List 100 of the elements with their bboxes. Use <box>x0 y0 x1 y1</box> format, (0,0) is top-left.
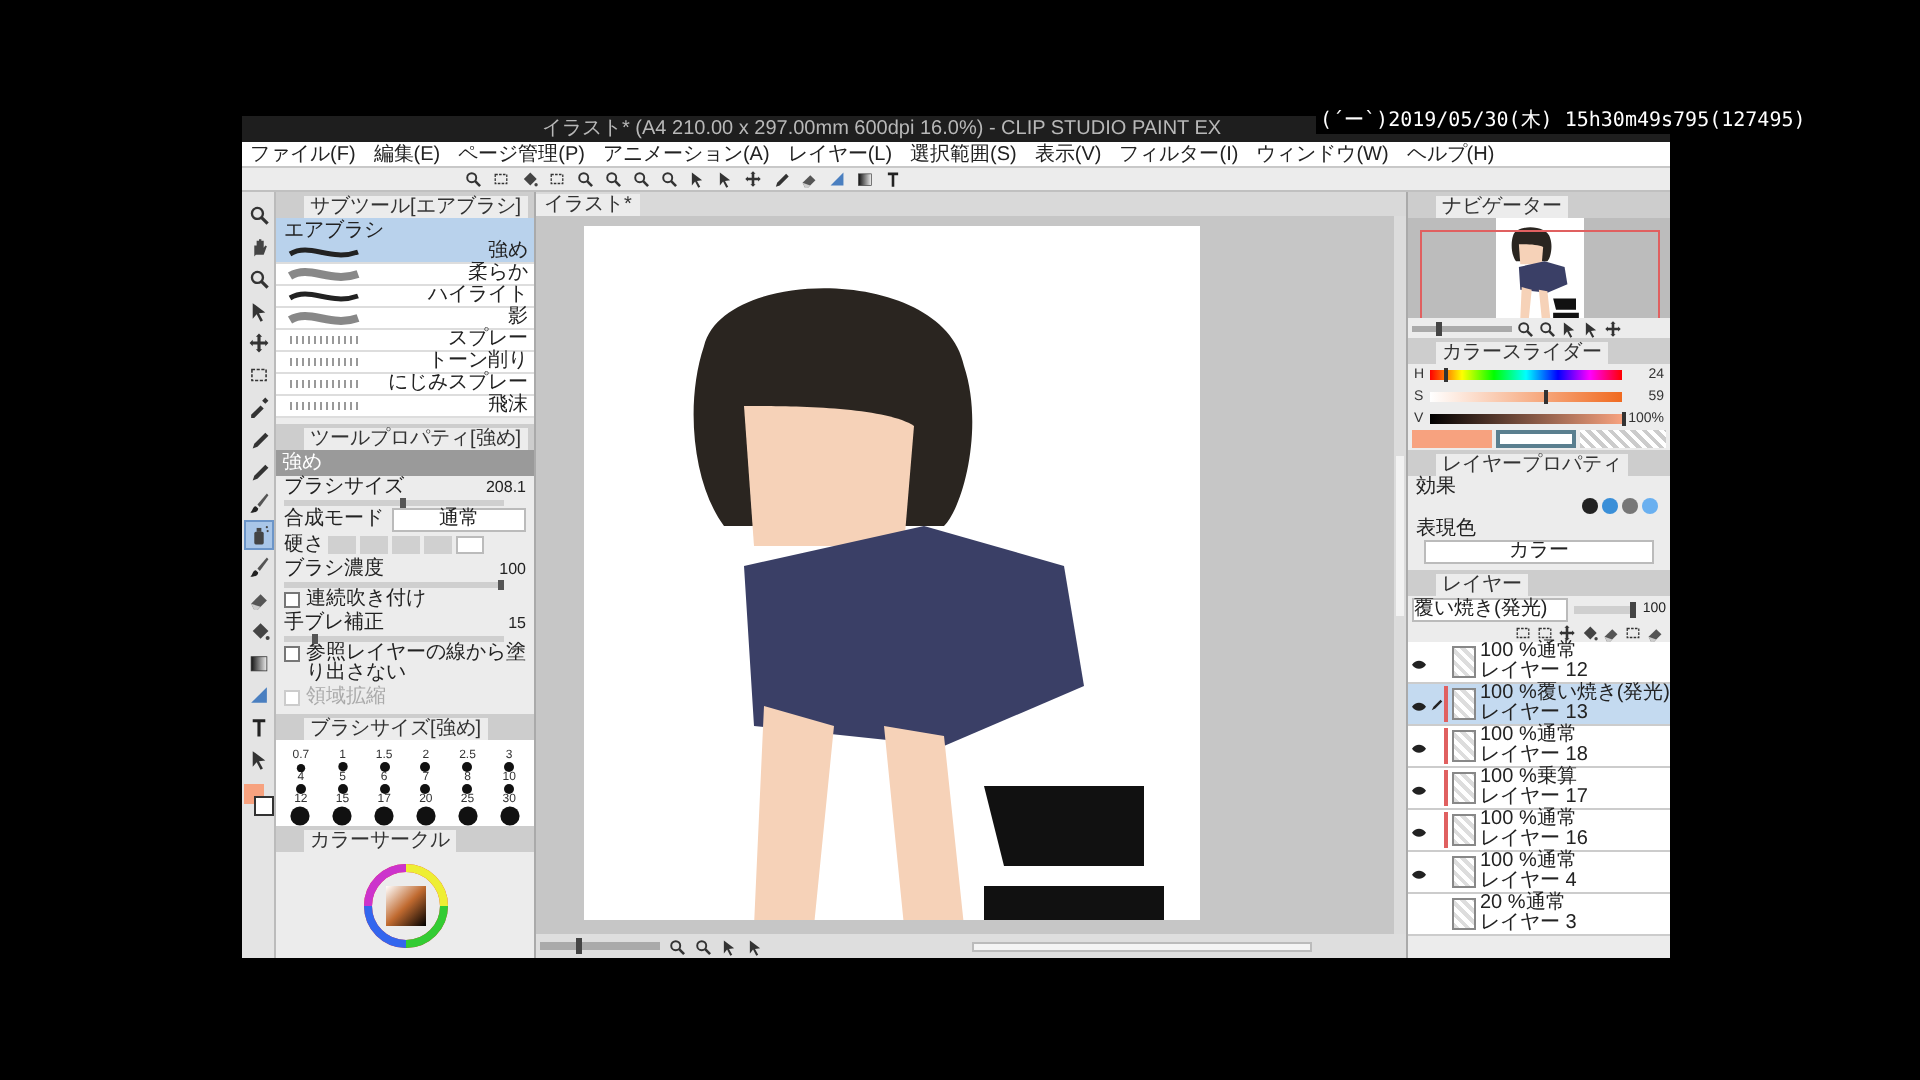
blend-mode-dropdown[interactable]: 覆い焼き(発光) <box>1412 597 1568 621</box>
menu-item[interactable]: アニメーション(A) <box>602 143 770 165</box>
sub-color-swatch[interactable] <box>253 796 273 816</box>
panel-tab[interactable]: ナビゲーター <box>1436 196 1568 218</box>
magnifier-icon <box>632 170 650 188</box>
toolbar-button[interactable] <box>518 168 540 190</box>
toolbar-button[interactable] <box>574 168 596 190</box>
subtool-item[interactable]: にじみスプレー <box>276 374 534 396</box>
toolbar-button[interactable] <box>694 937 712 955</box>
transparent-color-swatch[interactable] <box>1580 430 1666 448</box>
main-color-swatch[interactable] <box>1412 430 1492 448</box>
toolbar-button[interactable] <box>742 168 764 190</box>
color-wheel-drawing[interactable] <box>361 861 449 949</box>
sub-color-swatch[interactable] <box>1496 430 1576 448</box>
eye-icon[interactable] <box>1409 823 1427 837</box>
toolbar-button[interactable] <box>1580 623 1598 641</box>
toolbar-button[interactable] <box>1646 623 1664 641</box>
toolbar-button[interactable] <box>1516 319 1534 337</box>
slider-thumb[interactable] <box>1443 368 1448 382</box>
property-value[interactable]: 208.1 <box>485 478 526 498</box>
menu-item[interactable]: ファイル(F) <box>250 143 356 165</box>
menu-item[interactable]: レイヤー(L) <box>787 143 893 165</box>
subtool-item[interactable]: ハイライト <box>276 286 534 308</box>
menu-item[interactable]: 表示(V) <box>1034 143 1102 165</box>
slider-track[interactable] <box>284 500 504 506</box>
expression-color-dropdown[interactable]: カラー <box>1424 540 1654 564</box>
subtool-item[interactable]: スプレー <box>276 330 534 352</box>
layer-mode: 20 %通常 <box>1480 894 1568 914</box>
panel-tab[interactable]: カラーサークル <box>304 830 456 852</box>
slider-thumb[interactable] <box>576 938 582 954</box>
magnifier-icon <box>1538 319 1556 337</box>
property-label: 合成モード <box>284 509 384 529</box>
view-frame[interactable] <box>1420 230 1660 318</box>
toolbar-button[interactable] <box>602 168 624 190</box>
menu-item[interactable]: ヘルプ(H) <box>1406 143 1495 165</box>
eye-icon[interactable] <box>1409 697 1427 711</box>
toolbar-button[interactable] <box>1604 319 1622 337</box>
slider-thumb[interactable] <box>498 580 504 590</box>
toolbar-button[interactable] <box>1624 623 1642 641</box>
layer-row[interactable]: 100 %通常 レイヤー 12 <box>1408 642 1670 684</box>
slider-thumb[interactable] <box>1436 321 1442 335</box>
layer-row[interactable]: 20 %通常 レイヤー 3 <box>1408 894 1670 936</box>
toolbar-button[interactable] <box>1558 623 1576 641</box>
eye-icon[interactable] <box>1409 739 1427 753</box>
slider-thumb[interactable] <box>311 634 317 644</box>
panel-tab[interactable]: ブラシサイズ[強め] <box>304 718 488 740</box>
layer-row[interactable]: 100 %通常 レイヤー 18 <box>1408 726 1670 768</box>
layer-row[interactable]: 100 %覆い焼き(発光) レイヤー 13 <box>1408 684 1670 726</box>
subtool-item[interactable]: トーン削り <box>276 352 534 374</box>
color-slider-track[interactable] <box>1430 414 1622 424</box>
magnifier-icon <box>694 937 712 955</box>
horizontal-scrollbar[interactable] <box>972 941 1312 951</box>
slider-thumb[interactable] <box>1630 601 1637 617</box>
toolbar-button[interactable] <box>882 168 904 190</box>
eye-icon[interactable] <box>1409 781 1427 795</box>
menu-item[interactable]: ページ管理(P) <box>458 143 585 165</box>
menu-item[interactable]: 選択範囲(S) <box>910 143 1017 165</box>
toolbar-button[interactable] <box>462 168 484 190</box>
panel-tab[interactable]: ツールプロパティ[強め] <box>304 428 528 450</box>
brush-dot-icon <box>458 784 477 794</box>
subtool-item[interactable]: 影 <box>276 308 534 330</box>
blend-mode-dropdown[interactable]: 通常 <box>392 507 526 531</box>
layer-row[interactable]: 100 %通常 レイヤー 4 <box>1408 852 1670 894</box>
zoom-slider[interactable] <box>540 942 660 950</box>
subtool-item[interactable]: 柔らか <box>276 264 534 286</box>
layer-thumbnail <box>1452 646 1476 678</box>
slider-thumb[interactable] <box>399 498 405 508</box>
toolbar-button[interactable] <box>630 168 652 190</box>
zoom-slider[interactable] <box>1412 325 1512 331</box>
pen-icon <box>1429 697 1443 711</box>
color-slider-track[interactable] <box>1430 370 1622 380</box>
checkbox[interactable] <box>284 592 300 608</box>
color-slider-track[interactable] <box>1430 392 1622 402</box>
panel-tab[interactable]: サブツール[エアブラシ] <box>304 196 528 218</box>
eye-icon[interactable] <box>1409 865 1427 879</box>
tool-button[interactable] <box>243 520 273 550</box>
menu-item[interactable]: ウィンドウ(W) <box>1256 143 1389 165</box>
eye-icon[interactable] <box>1409 655 1427 669</box>
toolbar-button[interactable] <box>668 937 686 955</box>
property-value[interactable]: 100 <box>499 560 526 580</box>
toolbar-button[interactable] <box>1602 623 1620 641</box>
subtool-item[interactable]: 強め <box>276 242 534 264</box>
menu-item[interactable]: 編集(E) <box>373 143 441 165</box>
selection-icon <box>247 364 269 386</box>
slider-thumb[interactable] <box>1543 390 1548 404</box>
document-tab[interactable]: イラスト* <box>536 194 640 216</box>
panel-tab[interactable]: レイヤー <box>1436 574 1528 596</box>
toolbar-button[interactable] <box>854 168 876 190</box>
layer-row[interactable]: 100 %通常 レイヤー 16 <box>1408 810 1670 852</box>
property-value[interactable]: 15 <box>508 614 526 634</box>
panel-tab[interactable]: レイヤープロパティ <box>1436 454 1628 476</box>
toolbar-button[interactable] <box>658 168 680 190</box>
panel-tab[interactable]: カラースライダー <box>1436 342 1608 364</box>
subtool-item[interactable]: 飛沫 <box>276 396 534 418</box>
layer-row[interactable]: 100 %乗算 レイヤー 17 <box>1408 768 1670 810</box>
toolbar-button[interactable] <box>490 168 512 190</box>
toolbar-button[interactable] <box>546 168 568 190</box>
checkbox[interactable] <box>284 646 300 662</box>
toolbar-button[interactable] <box>1538 319 1556 337</box>
menu-item[interactable]: フィルター(I) <box>1119 143 1239 165</box>
